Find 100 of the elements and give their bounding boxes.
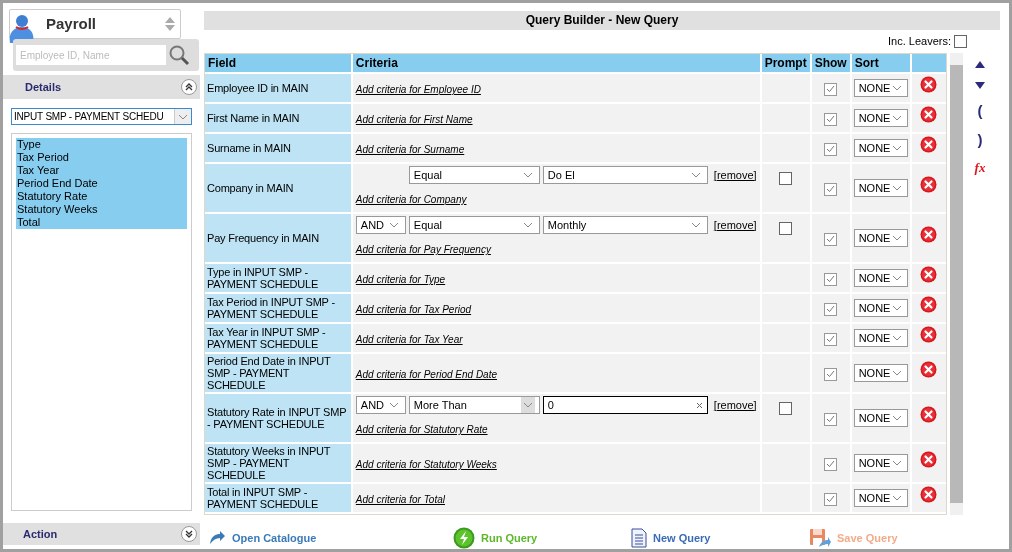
add-criteria-link[interactable]: Add criteria for Pay Frequency — [355, 244, 491, 255]
field-cell: Statutory Rate in INPUT SMP - PAYMENT SCHEDULE — [205, 393, 352, 443]
new-action-button[interactable]: New Query — [631, 528, 809, 548]
scrollbar[interactable] — [950, 53, 963, 515]
checkmark-icon — [826, 115, 836, 123]
field-list-item[interactable]: Tax Year — [16, 164, 187, 177]
value-select[interactable]: Do El — [542, 166, 708, 184]
sort-select[interactable]: NONE — [853, 454, 908, 472]
move-down-icon[interactable] — [975, 82, 985, 89]
add-criteria-link[interactable]: Add criteria for Type — [355, 274, 446, 285]
checkmark-icon — [826, 85, 836, 93]
prompt-checkbox[interactable] — [779, 222, 793, 235]
sort-select[interactable]: NONE — [853, 329, 908, 347]
show-checkbox[interactable] — [824, 412, 838, 426]
delete-icon[interactable] — [920, 136, 938, 153]
collapse-icon[interactable] — [181, 79, 197, 95]
prompt-checkbox[interactable] — [779, 402, 793, 415]
delete-icon[interactable] — [920, 296, 938, 313]
add-criteria-link[interactable]: Add criteria for First Name — [355, 114, 473, 125]
show-checkbox[interactable] — [824, 302, 838, 316]
operator-select[interactable]: More Than — [408, 396, 540, 414]
field-list-item[interactable]: Type — [16, 138, 187, 151]
connector-select[interactable]: AND — [355, 216, 406, 234]
sort-select[interactable]: NONE — [853, 179, 908, 197]
column-header: Criteria — [351, 54, 761, 73]
checkmark-icon — [826, 305, 836, 313]
delete-icon[interactable] — [920, 451, 938, 468]
field-list-item[interactable]: Statutory Weeks — [16, 203, 187, 216]
delete-icon[interactable] — [920, 406, 938, 423]
show-checkbox[interactable] — [824, 492, 838, 506]
action-header[interactable]: Action — [3, 523, 200, 545]
delete-icon[interactable] — [920, 176, 938, 193]
delete-icon[interactable] — [920, 486, 938, 503]
show-checkbox[interactable] — [824, 332, 838, 346]
caret-icon — [522, 172, 533, 178]
show-checkbox[interactable] — [824, 112, 838, 126]
field-list-item[interactable]: Statutory Rate — [16, 190, 187, 203]
field-cell: Company in MAIN — [205, 163, 352, 213]
parenthesis-button[interactable]: ( — [977, 103, 983, 118]
show-checkbox[interactable] — [824, 232, 838, 246]
add-criteria-link[interactable]: Add criteria for Surname — [355, 144, 465, 155]
show-checkbox[interactable] — [824, 182, 838, 196]
delete-icon[interactable] — [920, 226, 938, 243]
show-checkbox[interactable] — [824, 142, 838, 156]
parenthesis-button[interactable]: ) — [977, 132, 983, 147]
field-list-item[interactable]: Tax Period — [16, 151, 187, 164]
delete-icon[interactable] — [920, 76, 938, 93]
show-checkbox[interactable] — [824, 82, 838, 96]
search-field[interactable]: Employee ID, Name — [16, 45, 166, 65]
field-list-item[interactable]: Period End Date — [16, 177, 187, 190]
sort-select[interactable]: NONE — [853, 79, 908, 97]
show-checkbox[interactable] — [824, 457, 838, 471]
checkmark-icon — [826, 235, 836, 243]
open-action-button[interactable]: Open Catalogue — [208, 529, 453, 547]
connector-select[interactable]: AND — [355, 396, 406, 414]
remove-link[interactable]: [remove] — [713, 216, 757, 234]
details-header[interactable]: Details — [3, 75, 200, 99]
operator-select[interactable]: Equal — [408, 166, 540, 184]
delete-icon[interactable] — [920, 106, 938, 123]
inc-leavers-checkbox[interactable] — [954, 34, 967, 48]
value-input[interactable]: 0 — [542, 396, 708, 414]
checkmark-icon — [826, 185, 836, 193]
show-checkbox[interactable] — [824, 367, 838, 381]
function-button[interactable]: fx — [974, 161, 986, 174]
prompt-checkbox[interactable] — [779, 172, 793, 185]
table-select[interactable]: INPUT SMP - PAYMENT SCHEDU — [11, 108, 192, 125]
delete-icon[interactable] — [920, 326, 938, 343]
add-criteria-link[interactable]: Add criteria for Company — [355, 194, 467, 205]
sort-select[interactable]: NONE — [853, 489, 908, 507]
remove-link[interactable]: [remove] — [713, 396, 757, 414]
show-checkbox[interactable] — [824, 272, 838, 286]
remove-link[interactable]: [remove] — [713, 166, 757, 184]
field-list-item[interactable]: Total — [16, 216, 187, 229]
sort-select[interactable]: NONE — [853, 109, 908, 127]
add-criteria-link[interactable]: Add criteria for Tax Period — [355, 304, 472, 315]
add-criteria-link[interactable]: Add criteria for Period End Date — [355, 369, 498, 380]
sort-select[interactable]: NONE — [853, 139, 908, 157]
field-cell: Pay Frequency in MAIN — [205, 213, 352, 263]
move-up-icon[interactable] — [975, 61, 985, 68]
add-criteria-link[interactable]: Add criteria for Statutory Weeks — [355, 459, 497, 470]
add-criteria-link[interactable]: Add criteria for Employee ID — [355, 84, 481, 95]
sort-select[interactable]: NONE — [853, 229, 908, 247]
add-criteria-link[interactable]: Add criteria for Total — [355, 494, 445, 505]
expand-icon[interactable] — [181, 526, 197, 542]
sort-select[interactable]: NONE — [853, 269, 908, 287]
field-cell: Employee ID in MAIN — [205, 73, 352, 103]
caret-icon — [892, 115, 903, 121]
value-select[interactable]: Monthly — [542, 216, 708, 234]
sort-select[interactable]: NONE — [853, 299, 908, 317]
caret-icon — [690, 172, 701, 178]
add-criteria-link[interactable]: Add criteria for Statutory Rate — [355, 424, 488, 435]
sort-select[interactable]: NONE — [853, 364, 908, 382]
search-icon[interactable] — [168, 44, 190, 66]
delete-icon[interactable] — [920, 266, 938, 283]
operator-select[interactable]: Equal — [408, 216, 540, 234]
add-criteria-link[interactable]: Add criteria for Tax Year — [355, 334, 463, 345]
field-cell: Total in INPUT SMP - PAYMENT SCHEDULE — [205, 483, 352, 513]
delete-icon[interactable] — [920, 361, 938, 378]
sort-select[interactable]: NONE — [853, 409, 908, 427]
clear-icon[interactable] — [695, 401, 703, 409]
